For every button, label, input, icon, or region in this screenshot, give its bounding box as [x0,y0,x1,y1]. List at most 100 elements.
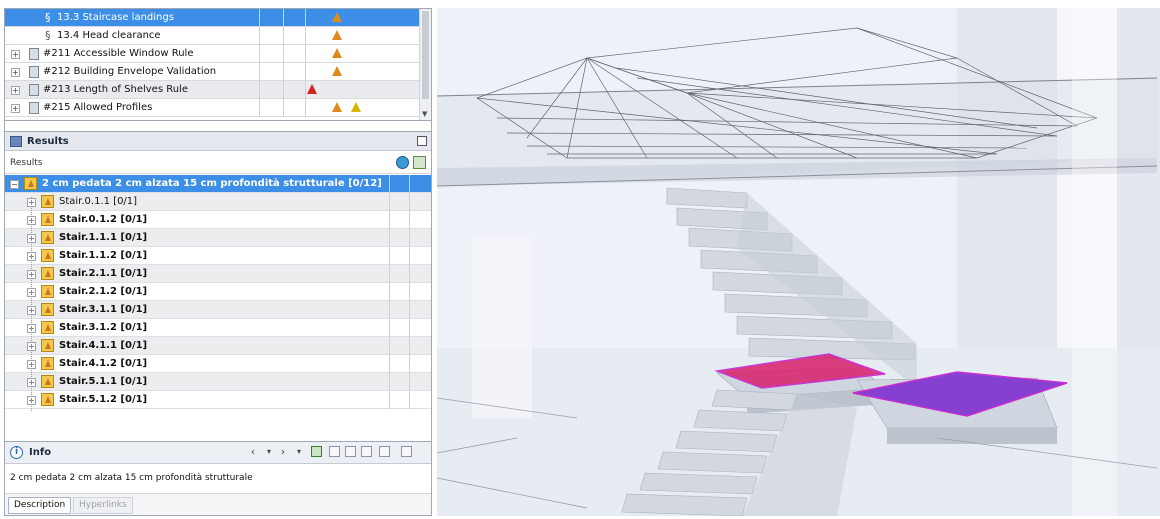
results-tree-item[interactable]: + Stair.3.1.2 [0/1] [5,319,431,337]
warning-icon [41,303,54,316]
warning-icon [332,102,342,112]
warning-icon [332,12,342,22]
rules-item-label: 13.4 Head clearance [57,30,161,41]
results-toolbar: Results [5,152,431,174]
collapse-icon[interactable]: − [10,180,19,189]
results-item-label: Stair.0.1.2 [0/1] [59,214,148,225]
rules-tree-item-accessible-window[interactable]: + #211 Accessible Window Rule [5,45,419,63]
results-item-label: 2 cm pedata 2 cm alzata 15 cm profondità… [42,178,382,189]
results-item-label: Stair.5.1.2 [0/1] [59,394,148,405]
rules-scrollbar[interactable]: ▼ [419,9,431,120]
scroll-down-icon[interactable]: ▼ [422,110,427,118]
rules-tree: § 13.3 Staircase landings § 13.4 Head cl… [5,9,431,121]
info-panel: i Info ‹ ▾ › ▾ 2 cm pedata 2 cm alzata 1… [5,441,431,515]
warning-icon [24,177,37,190]
rules-item-label: #211 Accessible Window Rule [43,48,194,59]
grid-icon[interactable] [413,156,426,169]
rules-item-label: #213 Length of Shelves Rule [43,84,188,95]
rule-doc-icon [29,102,39,114]
results-tree-root[interactable]: − 2 cm pedata 2 cm alzata 15 cm profondit… [5,175,431,193]
3d-scene[interactable] [437,8,1160,516]
rules-item-label: #212 Building Envelope Validation [43,66,217,77]
results-tree-item[interactable]: + Stair.1.1.2 [0/1] [5,247,431,265]
warning-icon [41,339,54,352]
view-icon-4[interactable] [379,446,390,457]
results-panel-header: Results [5,131,431,151]
results-tree-item[interactable]: + Stair.0.1.1 [0/1] [5,193,431,211]
results-tree: − 2 cm pedata 2 cm alzata 15 cm profondit… [5,175,431,433]
results-item-label: Stair.4.1.1 [0/1] [59,340,148,351]
results-item-label: Stair.3.1.1 [0/1] [59,304,148,315]
warning-yellow-icon [351,102,361,112]
results-item-label: Stair.0.1.1 [0/1] [59,196,138,207]
results-tree-item[interactable]: + Stair.5.1.1 [0/1] [5,373,431,391]
rule-doc-icon [29,84,39,96]
section-icon: § [45,29,51,42]
maximize-button[interactable] [401,446,412,457]
rules-item-label: #215 Allowed Profiles [43,102,153,113]
dropdown-icon[interactable]: ▾ [263,446,275,459]
results-icon [10,136,22,147]
error-icon [307,84,317,94]
rules-tree-item-staircase-landings[interactable]: § 13.3 Staircase landings [5,9,419,27]
results-item-label: Stair.1.1.2 [0/1] [59,250,148,261]
3d-model-view[interactable] [437,8,1160,516]
warning-icon [332,66,342,76]
results-tree-item[interactable]: + Stair.4.1.1 [0/1] [5,337,431,355]
rules-tree-item-building-envelope[interactable]: + #212 Building Envelope Validation [5,63,419,81]
warning-icon [332,30,342,40]
forward-arrow-icon[interactable]: › [277,446,289,459]
info-icon: i [10,446,23,459]
rules-tree-item-length-of-shelves[interactable]: + #213 Length of Shelves Rule [5,81,419,99]
results-panel-title: Results [27,136,69,147]
expand-icon[interactable]: + [11,104,20,113]
warning-icon [41,213,54,226]
sync-icon[interactable] [311,446,322,457]
warning-icon [41,231,54,244]
dropdown-icon[interactable]: ▾ [293,446,305,459]
rules-item-label: 13.3 Staircase landings [57,12,174,23]
results-tree-item[interactable]: + Stair.5.1.2 [0/1] [5,391,431,409]
view-icon-2[interactable] [345,446,356,457]
tab-hyperlinks[interactable]: Hyperlinks [73,497,133,514]
warning-icon [41,285,54,298]
warning-icon [41,267,54,280]
results-item-label: Stair.1.1.1 [0/1] [59,232,148,243]
warning-icon [41,195,54,208]
results-item-label: Stair.4.1.2 [0/1] [59,358,148,369]
scrollbar-thumb[interactable] [422,11,429,99]
results-item-label: Stair.5.1.1 [0/1] [59,376,148,387]
tab-description[interactable]: Description [8,497,72,514]
section-icon: § [45,11,51,24]
results-item-label: Stair.2.1.2 [0/1] [59,286,148,297]
back-arrow-icon[interactable]: ‹ [247,446,259,459]
view-icon-1[interactable] [329,446,340,457]
rule-doc-icon [29,66,39,78]
rules-tree-item-head-clearance[interactable]: § 13.4 Head clearance [5,27,419,45]
warning-icon [41,249,54,262]
results-tree-item[interactable]: + Stair.2.1.2 [0/1] [5,283,431,301]
warning-icon [41,321,54,334]
rule-doc-icon [29,48,39,60]
maximize-button[interactable] [417,136,427,146]
warning-icon [41,393,54,406]
expand-icon[interactable]: + [11,86,20,95]
results-item-label: Stair.3.1.2 [0/1] [59,322,148,333]
expand-icon[interactable]: + [11,68,20,77]
warning-icon [332,48,342,58]
results-tree-item[interactable]: + Stair.2.1.1 [0/1] [5,265,431,283]
left-panel: § 13.3 Staircase landings § 13.4 Head cl… [4,8,432,516]
info-description-text: 2 cm pedata 2 cm alzata 15 cm profondità… [10,473,253,483]
expand-icon[interactable]: + [11,50,20,59]
rules-tree-item-allowed-profiles[interactable]: + #215 Allowed Profiles [5,99,419,117]
view-icon-3[interactable] [361,446,372,457]
results-tree-item[interactable]: + Stair.1.1.1 [0/1] [5,229,431,247]
results-tree-item[interactable]: + Stair.0.1.2 [0/1] [5,211,431,229]
warning-icon [41,375,54,388]
results-tree-item[interactable]: + Stair.4.1.2 [0/1] [5,355,431,373]
warning-icon [41,357,54,370]
globe-icon[interactable] [396,156,409,169]
results-sub-label: Results [10,158,43,168]
results-tree-item[interactable]: + Stair.3.1.1 [0/1] [5,301,431,319]
info-tabs: Description Hyperlinks [5,493,431,515]
